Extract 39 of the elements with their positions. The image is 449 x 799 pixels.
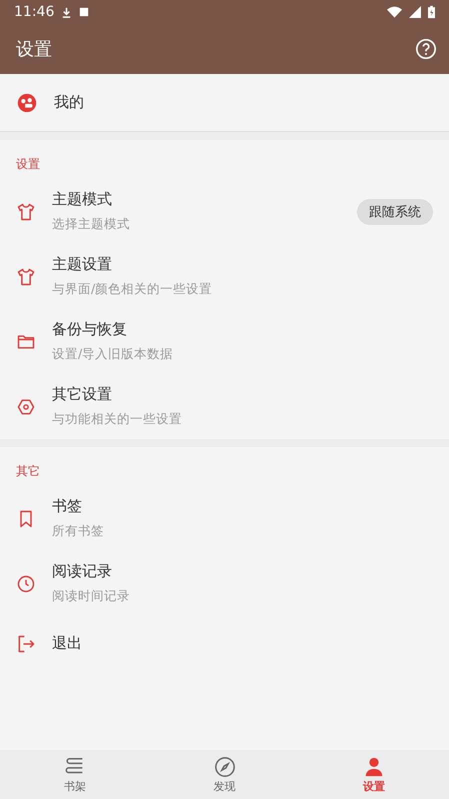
item-title: 阅读记录 [52, 562, 113, 581]
settings-item[interactable]: 退出 [0, 616, 449, 671]
section-title: 其它 [15, 463, 41, 480]
item-subtitle: 所有书签 [52, 523, 105, 540]
item-subtitle: 设置/导入旧版本数据 [52, 346, 174, 363]
compass-icon [214, 756, 236, 778]
settings-item[interactable]: 主题设置 与界面/颜色相关的一些设置 [0, 244, 449, 309]
exit-icon [16, 634, 36, 654]
item-title: 主题设置 [52, 255, 113, 274]
settings-item[interactable]: 其它设置 与功能相关的一些设置 [0, 374, 449, 439]
hexagon-icon [16, 396, 36, 416]
clock-icon [16, 574, 36, 594]
help-icon[interactable] [413, 36, 439, 62]
nav-tab[interactable]: 发现 [150, 750, 300, 799]
status-time: 11:46 [14, 4, 54, 20]
value-chip: 跟随系统 [357, 198, 433, 224]
item-subtitle: 与功能相关的一些设置 [52, 411, 183, 428]
section-title: 设置 [15, 156, 41, 173]
item-title: 主题模式 [52, 190, 113, 209]
item-title: 备份与恢复 [52, 320, 128, 339]
download-icon [61, 6, 72, 18]
settings-item[interactable]: 主题模式 选择主题模式 跟随系统 [0, 179, 449, 244]
settings-item[interactable]: 书签 所有书签 [0, 486, 449, 551]
app-title: 设置 [16, 38, 52, 61]
wifi-icon [387, 6, 402, 18]
nav-tab[interactable]: 书架 [0, 750, 150, 799]
item-title: 退出 [52, 634, 83, 653]
item-title: 其它设置 [52, 385, 113, 404]
shirt-icon [16, 202, 36, 222]
battery-icon [428, 5, 435, 19]
signal-icon [409, 6, 421, 18]
shirt-icon [16, 266, 36, 286]
settings-item[interactable]: 阅读记录 阅读时间记录 [0, 551, 449, 616]
settings-item[interactable]: 备份与恢复 设置/导入旧版本数据 [0, 309, 449, 374]
item-subtitle: 阅读时间记录 [52, 588, 131, 605]
item-subtitle: 与界面/颜色相关的一些设置 [52, 281, 214, 298]
nav-tab[interactable]: 设置 [299, 750, 449, 799]
item-subtitle: 选择主题模式 [52, 216, 131, 233]
item-title: 书签 [52, 497, 83, 516]
